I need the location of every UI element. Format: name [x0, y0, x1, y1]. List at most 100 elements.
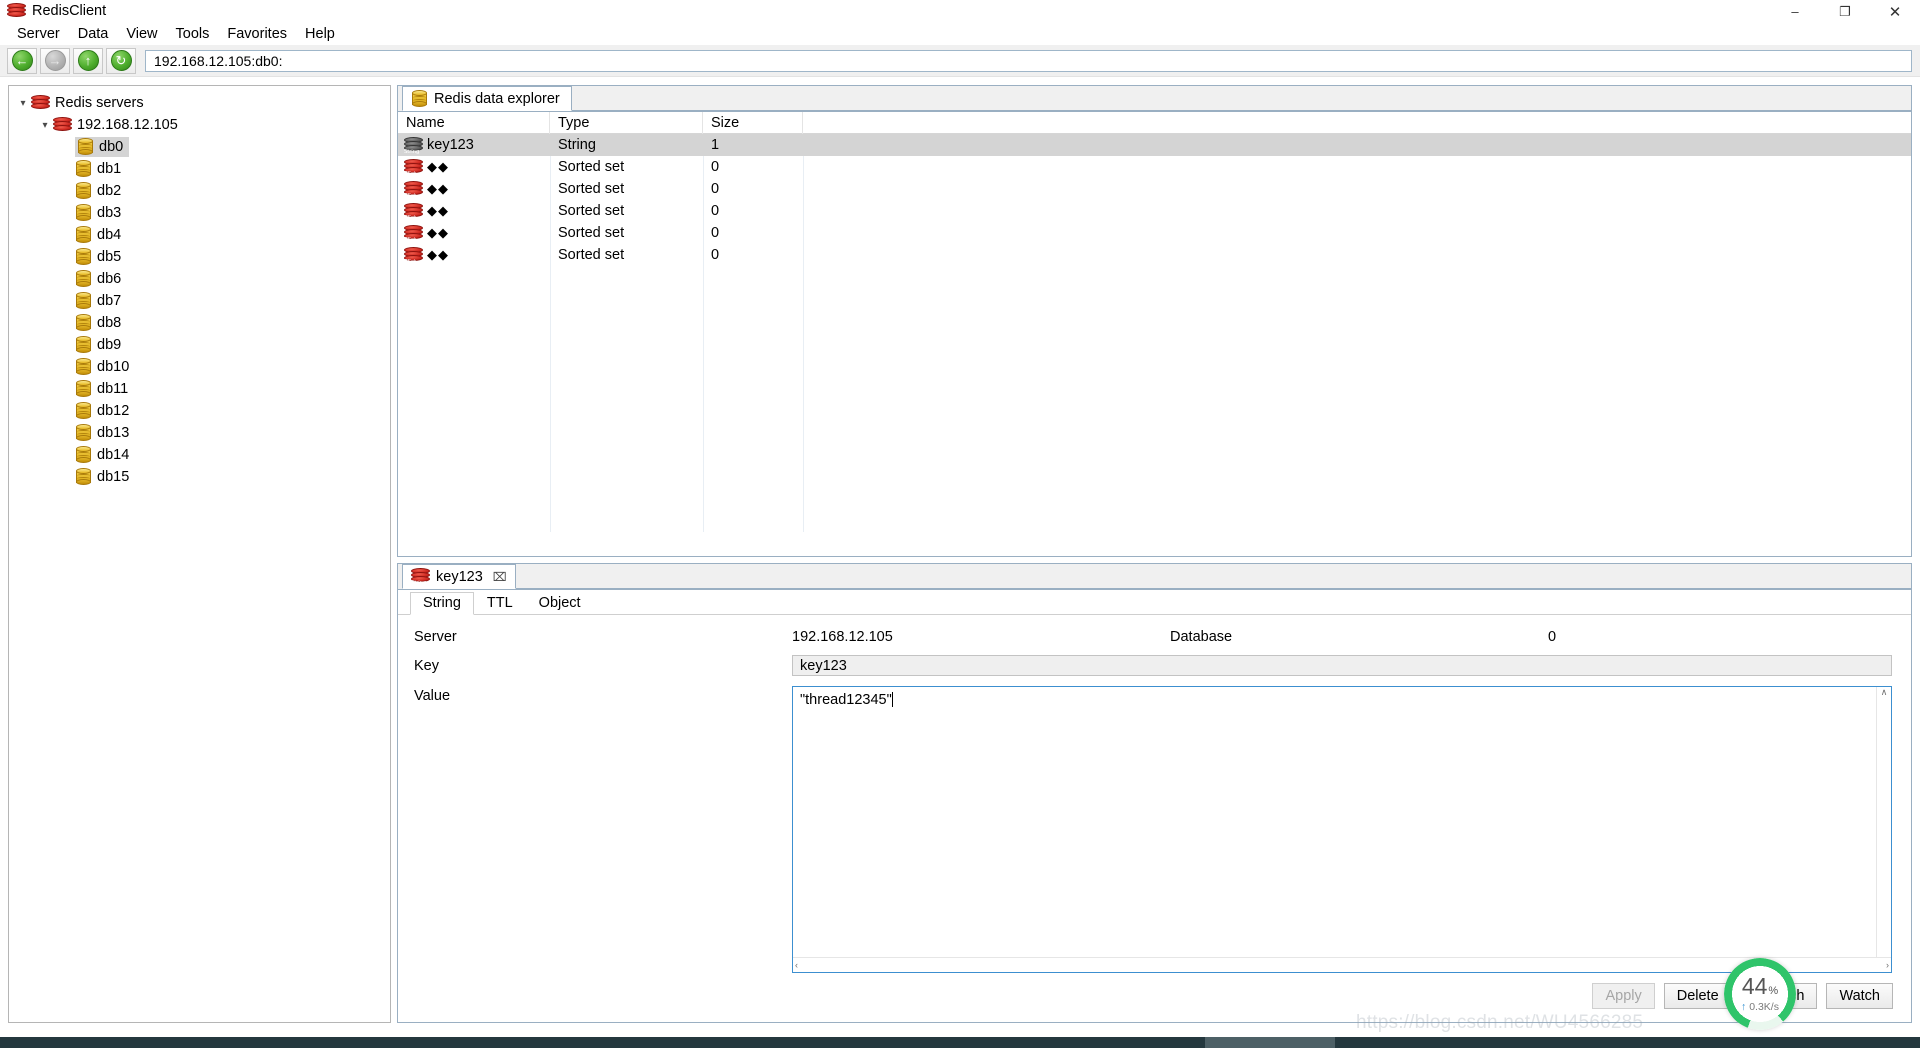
value-vertical-scrollbar[interactable]: ∧: [1876, 687, 1891, 957]
tree-node-db12[interactable]: db12: [9, 400, 390, 422]
redis-zset-icon: ZSet: [404, 202, 423, 221]
close-icon[interactable]: ✕: [1870, 0, 1920, 23]
key-detail-form: Server 192.168.12.105 Database 0 Key key…: [398, 615, 1911, 1021]
key-editor-panel: String key123 ⌧ String TTL Object Server…: [397, 563, 1912, 1023]
tree-node-db4[interactable]: db4: [9, 224, 390, 246]
menu-item-tools[interactable]: Tools: [167, 26, 219, 43]
row-name: ◆◆: [427, 203, 449, 218]
redis-zset-icon: ZSet: [404, 180, 423, 199]
column-header-size[interactable]: Size: [703, 112, 803, 134]
tree-node-db9[interactable]: db9: [9, 334, 390, 356]
server-tree-panel: ▾ Redis servers ▾ 192.168.12.105 db0 db1 d…: [8, 85, 391, 1023]
column-header-type[interactable]: Type: [550, 112, 703, 134]
database-icon: [75, 358, 92, 376]
tree-node-db10[interactable]: db10: [9, 356, 390, 378]
tab-redis-data-explorer[interactable]: Redis data explorer: [402, 86, 572, 111]
menu-item-favorites[interactable]: Favorites: [218, 26, 296, 43]
title-bar: RedisClient – ❐ ✕: [0, 0, 1920, 23]
menu-item-data[interactable]: Data: [69, 26, 118, 43]
menu-item-help[interactable]: Help: [296, 26, 344, 43]
tree-node-db15[interactable]: db15: [9, 466, 390, 488]
tab-object[interactable]: Object: [526, 592, 594, 615]
tree-node-label: db11: [97, 381, 129, 397]
database-icon: [75, 248, 92, 266]
close-icon[interactable]: ⌧: [493, 570, 507, 584]
value-horizontal-scrollbar[interactable]: ‹ ›: [793, 957, 1891, 972]
tree-node-label: db15: [97, 469, 130, 485]
redis-string-icon: String: [404, 136, 423, 155]
table-row[interactable]: ZSet ◆◆ Sorted set 0: [398, 200, 1911, 222]
database-icon: [75, 380, 92, 398]
tree-node-label: db10: [97, 359, 130, 375]
minimize-icon[interactable]: –: [1770, 0, 1820, 23]
key-input[interactable]: key123: [792, 655, 1892, 676]
tree-node-db7[interactable]: db7: [9, 290, 390, 312]
key-label: Key: [414, 657, 439, 674]
tree-node-db0[interactable]: db0: [9, 136, 390, 158]
database-icon: [75, 160, 92, 178]
scroll-right-icon[interactable]: ›: [1886, 960, 1889, 970]
tree-node-db8[interactable]: db8: [9, 312, 390, 334]
refresh-button[interactable]: ↻: [106, 47, 136, 74]
database-icon: [75, 204, 92, 222]
taskbar-active-app[interactable]: [1205, 1037, 1335, 1048]
up-button[interactable]: ↑: [73, 47, 103, 74]
icon-type-tag: String: [404, 148, 420, 155]
tree-node-db6[interactable]: db6: [9, 268, 390, 290]
icon-type-tag: ZSet: [404, 258, 416, 265]
table-row[interactable]: ZSet ◆◆ Sorted set 0: [398, 178, 1911, 200]
menu-item-view[interactable]: View: [117, 26, 166, 43]
arrow-up-icon: ↑: [77, 50, 99, 71]
tree-node-server[interactable]: ▾ 192.168.12.105: [9, 114, 390, 136]
key-input-value: key123: [800, 657, 847, 674]
table-row[interactable]: ZSet ◆◆ Sorted set 0: [398, 156, 1911, 178]
tree-node-label: db3: [97, 205, 122, 221]
tree-node-label: db2: [97, 183, 122, 199]
tree-node-redis-servers[interactable]: ▾ Redis servers: [9, 92, 390, 114]
database-icon: [75, 292, 92, 310]
row-size: 0: [711, 247, 720, 263]
tree-node-label: 192.168.12.105: [77, 117, 178, 133]
tab-ttl[interactable]: TTL: [474, 592, 526, 615]
table-row[interactable]: ZSet ◆◆ Sorted set 0: [398, 244, 1911, 266]
delete-button[interactable]: Delete: [1663, 983, 1732, 1009]
network-speed-widget[interactable]: 44% ↑ 0.3K/s: [1724, 958, 1796, 1030]
editor-tab-strip: String key123 ⌧: [398, 564, 1911, 590]
watch-button[interactable]: Watch: [1826, 983, 1893, 1009]
tree-node-label: db13: [97, 425, 130, 441]
icon-type-tag: ZSet: [404, 236, 416, 243]
tree-node-db1[interactable]: db1: [9, 158, 390, 180]
window-controls: – ❐ ✕: [1770, 0, 1920, 23]
menu-item-server[interactable]: Server: [8, 26, 69, 43]
address-bar[interactable]: 192.168.12.105:db0:: [145, 49, 1912, 72]
tree-node-db2[interactable]: db2: [9, 180, 390, 202]
icon-type-tag: String: [411, 580, 427, 586]
row-size: 0: [711, 203, 720, 219]
tree-node-db5[interactable]: db5: [9, 246, 390, 268]
scroll-left-icon[interactable]: ‹: [795, 960, 798, 970]
database-icon: [75, 314, 92, 332]
table-row[interactable]: String key123 String 1: [398, 134, 1911, 156]
value-textarea[interactable]: "thread12345" ∧ ‹ ›: [792, 686, 1892, 973]
chevron-down-icon[interactable]: ▾: [15, 98, 31, 109]
table-row[interactable]: ZSet ◆◆ Sorted set 0: [398, 222, 1911, 244]
restore-icon[interactable]: ❐: [1820, 0, 1870, 23]
database-icon: [75, 226, 92, 244]
tree-node-db13[interactable]: db13: [9, 422, 390, 444]
column-header-name[interactable]: Name: [398, 112, 550, 134]
cpu-percent: 44%: [1742, 975, 1778, 998]
tree-node-db14[interactable]: db14: [9, 444, 390, 466]
editor-tab-label: key123: [436, 568, 483, 585]
tab-key123[interactable]: String key123 ⌧: [402, 564, 516, 589]
menu-bar: Server Data View Tools Favorites Help: [0, 23, 1920, 45]
apply-button[interactable]: Apply: [1592, 983, 1655, 1009]
tab-string[interactable]: String: [410, 592, 474, 615]
tree-node-db11[interactable]: db11: [9, 378, 390, 400]
scroll-up-icon[interactable]: ∧: [1881, 687, 1888, 698]
back-button[interactable]: ←: [7, 47, 37, 74]
chevron-down-icon[interactable]: ▾: [37, 120, 53, 131]
row-size: 0: [711, 181, 720, 197]
value-label: Value: [414, 688, 451, 704]
tree-node-db3[interactable]: db3: [9, 202, 390, 224]
row-size: 1: [711, 137, 720, 153]
